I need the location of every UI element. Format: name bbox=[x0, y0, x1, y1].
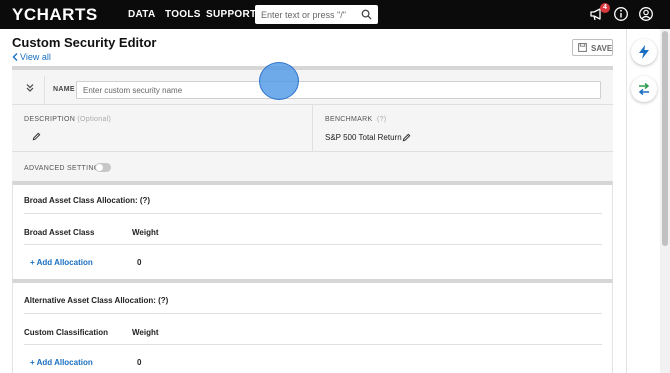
column-header-weight: Weight bbox=[132, 228, 159, 237]
swap-icon bbox=[638, 82, 650, 96]
name-divider bbox=[44, 76, 45, 104]
edit-benchmark-pencil-icon[interactable] bbox=[402, 133, 411, 142]
page-scrollbar[interactable] bbox=[660, 29, 670, 373]
cursor-click-indicator bbox=[259, 62, 299, 100]
save-label: SAVE bbox=[591, 44, 613, 53]
lightning-icon bbox=[639, 45, 649, 59]
weight-total: 0 bbox=[137, 258, 142, 267]
search-box[interactable] bbox=[255, 5, 378, 24]
description-optional: (Optional) bbox=[77, 116, 112, 123]
advanced-settings-label: ADVANCED SETTINGS bbox=[24, 165, 105, 172]
weight-total: 0 bbox=[137, 358, 142, 367]
alternative-asset-class-section: Alternative Asset Class Allocation: (?) … bbox=[12, 279, 613, 373]
section-divider bbox=[24, 213, 602, 214]
row-divider bbox=[12, 151, 613, 152]
nav-support[interactable]: SUPPORT bbox=[206, 9, 256, 20]
column-divider bbox=[312, 104, 313, 151]
toggle-knob bbox=[96, 164, 103, 171]
section-title: Alternative Asset Class Allocation: (?) bbox=[24, 296, 169, 305]
nav-tools[interactable]: TOOLS bbox=[165, 9, 201, 20]
save-icon bbox=[578, 43, 587, 52]
name-label: NAME bbox=[53, 86, 75, 93]
section-title: Broad Asset Class Allocation: (?) bbox=[24, 196, 151, 205]
view-all-label: View all bbox=[20, 52, 51, 62]
top-nav-bar: YCHARTS DATA TOOLS SUPPORT 4 bbox=[0, 0, 670, 29]
column-header-asset-class: Broad Asset Class bbox=[24, 228, 95, 237]
ycharts-logo[interactable]: YCHARTS bbox=[12, 5, 98, 25]
column-header-custom-classification: Custom Classification bbox=[24, 328, 109, 337]
chevron-double-down-icon[interactable] bbox=[25, 83, 35, 93]
benchmark-help[interactable]: (?) bbox=[377, 116, 386, 123]
advanced-settings-toggle[interactable] bbox=[95, 163, 111, 172]
broad-asset-class-section: Broad Asset Class Allocation: (?) Broad … bbox=[12, 181, 613, 279]
benchmark-label-text: BENCHMARK bbox=[325, 116, 373, 123]
section-divider bbox=[24, 313, 602, 314]
search-icon[interactable] bbox=[361, 9, 372, 20]
security-editor-card: NAME DESCRIPTION (Optional) BENCHMARK (?… bbox=[12, 66, 613, 182]
search-input[interactable] bbox=[255, 5, 360, 24]
notification-badge: 4 bbox=[600, 3, 610, 13]
column-header-weight: Weight bbox=[132, 328, 159, 337]
nav-data[interactable]: DATA bbox=[128, 9, 156, 20]
quick-actions-button[interactable] bbox=[631, 39, 657, 65]
add-allocation-button[interactable]: + Add Allocation bbox=[30, 258, 93, 267]
chevron-left-icon bbox=[12, 53, 18, 61]
compare-button[interactable] bbox=[631, 76, 657, 102]
save-button[interactable]: SAVE bbox=[572, 39, 613, 56]
user-icon[interactable] bbox=[638, 6, 654, 22]
benchmark-label: BENCHMARK (?) bbox=[325, 116, 386, 123]
right-rail bbox=[626, 29, 660, 373]
section-divider bbox=[24, 244, 602, 245]
benchmark-value: S&P 500 Total Return bbox=[325, 133, 402, 142]
section-divider bbox=[24, 344, 602, 345]
description-label-text: DESCRIPTION bbox=[24, 116, 76, 123]
description-label: DESCRIPTION (Optional) bbox=[24, 116, 111, 123]
info-icon[interactable] bbox=[613, 6, 629, 22]
page-title: Custom Security Editor bbox=[12, 35, 157, 50]
add-allocation-button[interactable]: + Add Allocation bbox=[30, 358, 93, 367]
security-name-input[interactable] bbox=[76, 81, 601, 99]
edit-description-pencil-icon[interactable] bbox=[32, 132, 41, 141]
view-all-link[interactable]: View all bbox=[12, 52, 51, 62]
scrollbar-thumb[interactable] bbox=[662, 31, 668, 246]
